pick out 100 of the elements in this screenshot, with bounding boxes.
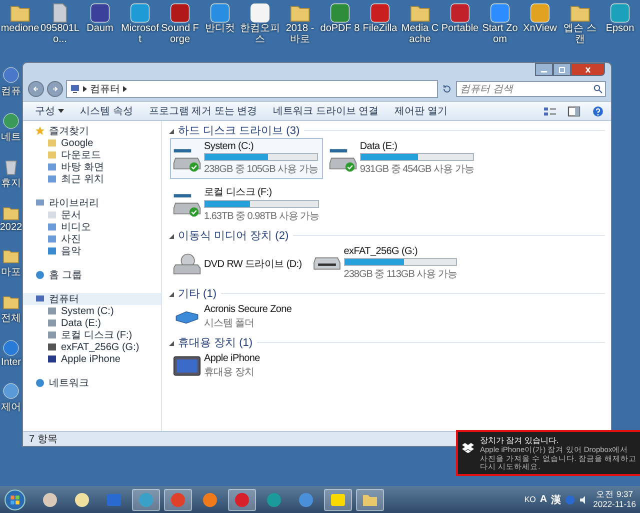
icon-label[interactable]: Epson [600,24,640,34]
forward-button[interactable] [47,81,63,97]
sidebar-item[interactable]: 다운로드 [23,149,161,161]
collapse-arrow-icon[interactable] [168,340,174,346]
app-icon[interactable] [169,2,191,24]
icon-label[interactable]: XnView [520,24,560,34]
app-icon[interactable] [609,2,631,24]
icon-label[interactable]: 휴지 [1,176,21,190]
search-icon[interactable] [593,84,603,94]
minimize-button[interactable] [535,63,553,76]
app-icon[interactable] [2,112,20,130]
icon-label[interactable]: Inter [0,357,21,368]
drive-tile[interactable]: System (C:) 238GB 중 105GB 사용 가능 [170,138,323,179]
start-orb-icon[interactable] [4,488,26,510]
clock[interactable]: 오전 9:37 2022-11-16 [593,490,636,510]
drive-tile[interactable]: Data (E:) 931GB 중 454GB 사용 가능 [326,138,479,179]
sidebar-item[interactable]: 바탕 화면 [23,161,161,173]
ime-mode[interactable]: A [540,494,548,505]
maximize-button[interactable] [553,63,571,76]
sidebar-item[interactable]: Google [23,137,161,149]
refresh-icon[interactable] [441,83,453,95]
language-indicator[interactable]: KO [524,495,536,504]
section-title[interactable]: 이동식 미디어 장치 (2) [178,228,289,243]
toolbar-button[interactable]: 시스템 속성 [74,103,139,119]
sidebar-item[interactable]: 문서 [23,209,161,221]
address-bar[interactable]: 컴퓨터 [66,80,438,98]
help-icon[interactable] [591,106,605,116]
icon-label[interactable]: medione [0,24,40,34]
section-title[interactable]: 기타 (1) [178,286,216,301]
toolbar-button[interactable]: 구성 [29,103,70,119]
taskbar-button[interactable] [228,488,256,510]
icon-label[interactable]: 네트 [1,130,21,144]
icon-label[interactable]: FileZilla [360,24,400,34]
icon-label[interactable]: Microsoft [120,24,160,45]
sidebar-item[interactable]: 비디오 [23,221,161,233]
breadcrumb-item[interactable]: 컴퓨터 [90,82,120,96]
drive-tile[interactable]: Apple iPhone 휴대용 장치 [170,350,304,382]
icon-label[interactable]: 전체 [1,311,21,325]
icon-label[interactable]: 마포 [1,265,21,279]
app-icon[interactable] [89,2,111,24]
app-icon[interactable] [2,66,20,84]
icon-label[interactable]: 2022 [0,222,22,233]
sidebar-item[interactable]: 홈 그룹 [23,269,161,281]
back-button[interactable] [28,81,44,97]
icon-label[interactable]: 제어 [1,400,21,414]
sidebar-item[interactable]: exFAT_256G (G:) [23,341,161,353]
sidebar-item[interactable]: 즐겨찾기 [23,125,161,137]
section-title[interactable]: 휴대용 장치 (1) [178,335,253,350]
toolbar-button[interactable]: 네트워크 드라이브 연결 [267,103,385,119]
app-icon[interactable] [529,2,551,24]
search-field[interactable]: 컴퓨터 검색 [456,81,606,97]
app-icon[interactable] [129,2,151,24]
sidebar-item[interactable]: 최근 위치 [23,173,161,185]
icon-label[interactable]: Daum [80,24,120,34]
drive-tile[interactable]: DVD RW 드라이브 (D:) [170,243,307,284]
chevron-icon[interactable] [83,86,87,92]
section-title[interactable]: 하드 디스크 드라이브 (3) [178,123,300,138]
drive-tile[interactable]: Acronis Secure Zone 시스템 폴더 [170,301,304,333]
app-icon[interactable] [209,2,231,24]
preview-pane-icon[interactable] [567,106,581,116]
icon-label[interactable]: 095801Lo... [40,24,80,45]
app-icon[interactable] [489,2,511,24]
sidebar-item[interactable]: Data (E:) [23,317,161,329]
app-icon[interactable] [369,2,391,24]
icon-label[interactable]: 2018 - 바로 [280,24,320,45]
view-options-icon[interactable] [543,106,557,116]
chevron-icon[interactable] [123,86,127,92]
drive-tile[interactable]: exFAT_256G (G:) 238GB 중 113GB 사용 가능 [310,243,462,284]
sidebar-item[interactable]: 네트워크 [23,377,161,389]
app-icon[interactable] [2,339,20,357]
taskbar-button[interactable] [356,488,384,510]
app-icon[interactable] [249,2,271,24]
icon-label[interactable]: 한컴오피스 [240,24,280,45]
collapse-arrow-icon[interactable] [168,232,174,238]
ime-mode[interactable]: 漢 [551,492,562,506]
sidebar-item[interactable]: 음악 [23,245,161,257]
icon-label[interactable]: doPDF 8 [320,24,360,34]
drive-tile[interactable]: 로컬 디스크 (F:) 1.63TB 중 0.98TB 사용 가능 [170,182,324,226]
icon-label[interactable]: Media Cache [400,24,440,45]
icon-label[interactable]: 반디컷 [200,24,240,34]
icon-label[interactable]: Sound Forge [160,24,200,45]
collapse-arrow-icon[interactable] [168,290,174,296]
sidebar-item[interactable]: Apple iPhone [23,353,161,365]
taskbar-button[interactable] [324,488,352,510]
collapse-arrow-icon[interactable] [168,128,174,134]
sidebar-item[interactable]: 사진 [23,233,161,245]
app-icon[interactable] [449,2,471,24]
icon-label[interactable]: Portable [440,24,480,34]
app-icon[interactable] [329,2,351,24]
sidebar-item[interactable]: 로컬 디스크 (F:) [23,329,161,341]
sidebar-item[interactable]: 라이브러리 [23,197,161,209]
icon-label[interactable]: Start Zoom [480,24,520,45]
icon-label[interactable]: 엡슨 스캔 [560,24,600,45]
toolbar-button[interactable]: 프로그램 제거 또는 변경 [142,103,264,119]
icon-label[interactable]: 컴퓨 [1,84,21,98]
app-icon[interactable] [2,382,20,400]
sidebar-item[interactable]: System (C:) [23,305,161,317]
close-button[interactable] [571,63,605,76]
sidebar-item[interactable]: 컴퓨터 [23,293,161,305]
toolbar-button[interactable]: 제어판 열기 [388,103,454,119]
